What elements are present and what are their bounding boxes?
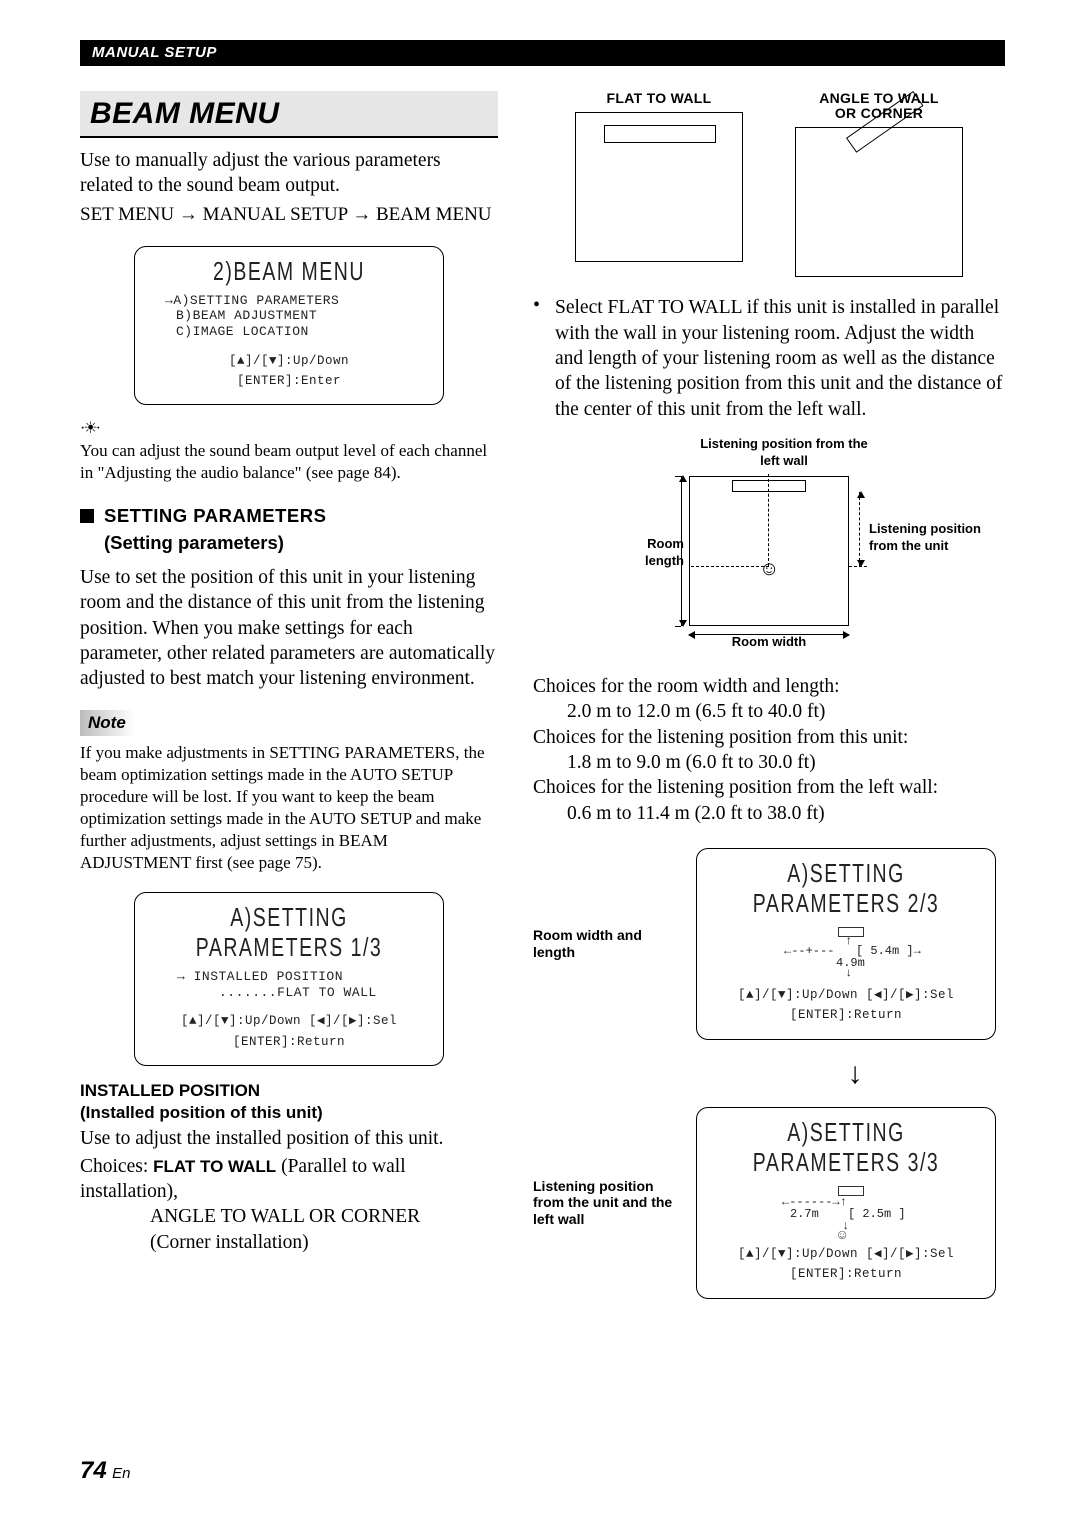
installed-heading: INSTALLED POSITION (Installed position o… [80, 1080, 498, 1124]
row-lcd3: Listening position from the unit and the… [533, 1107, 1005, 1299]
room-diagram: Listening position from the left wall Ro… [559, 436, 979, 666]
choice2-post: (Corner installation) [150, 1232, 309, 1253]
c2v: 1.8 m to 9.0 m (6.0 ft to 30.0 ft) [567, 750, 1005, 775]
lcd-item-c: C)IMAGE LOCATION [165, 324, 431, 340]
lcd1-line1: → INSTALLED POSITION [147, 969, 431, 985]
bullet-text: Select FLAT TO WALL if this unit is inst… [555, 295, 1005, 422]
installed-h2: (Installed position of this unit) [80, 1102, 498, 1124]
tip-text: You can adjust the sound beam output lev… [80, 440, 498, 484]
lcd2-hint2: [ENTER]:Return [709, 1008, 983, 1022]
breadcrumb: SET MENU → MANUAL SETUP → BEAM MENU [80, 203, 498, 228]
intro-text: Use to manually adjust the various param… [80, 148, 498, 199]
placement-diagrams: FLAT TO WALL ANGLE TO WALL OR CORNER [533, 91, 1005, 278]
label-room-length: Room length [614, 536, 684, 570]
lcd-item-b: B)BEAM ADJUSTMENT [165, 308, 431, 324]
lcd3-hint2: [ENTER]:Return [709, 1267, 983, 1281]
arrow-room-width [689, 634, 849, 635]
lcd-title: 2)BEAM MENU [183, 257, 396, 287]
lcd-setting-3: A)SETTING PARAMETERS 3/3 ←------→↑ 2.7m … [696, 1107, 996, 1299]
subhead-line1: SETTING PARAMETERS [104, 505, 326, 526]
choice-flat: FLAT TO WALL [153, 1157, 276, 1176]
lcd1-hint1: [▲]/[▼]:Up/Down [◀]/[▶]:Sel [147, 1014, 431, 1028]
c2: Choices for the listening position from … [533, 725, 1005, 750]
lcd1-line2: .......FLAT TO WALL [147, 985, 431, 1001]
c3: Choices for the listening position from … [533, 775, 1005, 800]
dash-lp-left [768, 474, 769, 566]
lcd2-dimh: [ 5.4m ]→ [856, 945, 921, 959]
room-box [689, 476, 849, 626]
choices-prefix: Choices: [80, 1156, 153, 1177]
lcd3-diagram: ←------→↑ 2.7m [ 2.5m ] ↓ ☺ [746, 1184, 946, 1238]
lcd2-hint1: [▲]/[▼]:Up/Down [◀]/[▶]:Sel [709, 988, 983, 1002]
arrow-lp-unit [859, 492, 860, 566]
c1: Choices for the room width and length: [533, 674, 1005, 699]
lcd-setting-1: A)SETTING PARAMETERS 1/3 → INSTALLED POS… [134, 892, 444, 1066]
c1v: 2.0 m to 12.0 m (6.5 ft to 40.0 ft) [567, 699, 1005, 724]
down-arrow-icon: ↓ [705, 1054, 1005, 1093]
page-lang: En [112, 1465, 130, 1482]
choices-block: Choices for the room width and length: 2… [533, 674, 1005, 826]
flat-diagram-box [575, 112, 743, 262]
nav-c: BEAM MENU [376, 204, 492, 225]
angle-diagram-box [795, 127, 963, 277]
lcd3-hint1: [▲]/[▼]:Up/Down [◀]/[▶]:Sel [709, 1247, 983, 1261]
label-lp-left: Listening position from the left wall [699, 436, 869, 470]
lcd3-dim1: 2.7m [790, 1208, 819, 1222]
setting-paragraph: Use to set the position of this unit in … [80, 565, 498, 692]
lcd-beam-menu: 2)BEAM MENU A)SETTING PARAMETERS B)BEAM … [134, 246, 444, 405]
tip-icon: ·☀· [80, 419, 498, 440]
bullet-dot-icon: • [533, 295, 555, 422]
lcd-hint1: [▲]/[▼]:Up/Down [147, 354, 431, 368]
speaker-icon [732, 480, 806, 492]
note-text: If you make adjustments in SETTING PARAM… [80, 742, 498, 875]
note-label: Note [80, 710, 134, 736]
c3v: 0.6 m to 11.4 m (2.0 ft to 38.0 ft) [567, 801, 1005, 826]
lcd3-side-label: Listening position from the unit and the… [533, 1178, 681, 1228]
lcd2-side-label: Room width and length [533, 927, 681, 961]
dash-lp-h [691, 566, 769, 567]
page-title: BEAM MENU [90, 97, 280, 130]
lcd2-title: A)SETTING PARAMETERS 2/3 [743, 859, 949, 919]
arrow-room-length [681, 476, 682, 626]
flat-speaker-icon [604, 125, 716, 143]
label-lp-unit: Listening position from the unit [869, 521, 999, 555]
installed-h1: INSTALLED POSITION [80, 1080, 498, 1102]
flat-label: FLAT TO WALL [564, 91, 754, 106]
lcd-item-a: A)SETTING PARAMETERS [165, 293, 431, 309]
lcd-hint2: [ENTER]:Enter [147, 374, 431, 388]
page-number: 74 En [80, 1455, 130, 1486]
lcd-setting-2: A)SETTING PARAMETERS 2/3 ↑ ←--+--- [ 5.4… [696, 848, 996, 1040]
choice-angle: ANGLE TO WALL OR CORNER [150, 1206, 420, 1227]
lcd1-hint2: [ENTER]:Return [147, 1035, 431, 1049]
lcd3-title: A)SETTING PARAMETERS 3/3 [743, 1118, 949, 1178]
nav-b: MANUAL SETUP [203, 204, 348, 225]
left-column: BEAM MENU Use to manually adjust the var… [80, 91, 498, 1299]
lcd3-person-icon: ☺ [838, 1228, 846, 1244]
lcd2-diagram: ↑ ←--+--- [ 5.4m ]→ 4.9m ↓ [746, 925, 946, 979]
row-lcd2: Room width and length A)SETTING PARAMETE… [533, 848, 1005, 1040]
label-room-width: Room width [709, 634, 829, 651]
right-column: FLAT TO WALL ANGLE TO WALL OR CORNER • S… [533, 91, 1005, 1299]
section-header: MANUAL SETUP [80, 40, 1005, 66]
person-icon: ☺ [759, 556, 779, 582]
lcd3-dim2: [ 2.5m ] [848, 1208, 906, 1222]
installed-choices: Choices: FLAT TO WALL (Parallel to wall … [80, 1154, 498, 1255]
subhead-line2: (Setting parameters) [104, 532, 284, 553]
installed-body: Use to adjust the installed position of … [80, 1126, 498, 1151]
lcd1-title: A)SETTING PARAMETERS 1/3 [183, 903, 396, 963]
subheading-setting-parameters: SETTING PARAMETERS (Setting parameters) [80, 504, 498, 557]
page-num-value: 74 [80, 1457, 107, 1484]
title-block: BEAM MENU [80, 91, 498, 138]
square-bullet-icon [80, 509, 94, 523]
nav-a: SET MENU [80, 204, 174, 225]
